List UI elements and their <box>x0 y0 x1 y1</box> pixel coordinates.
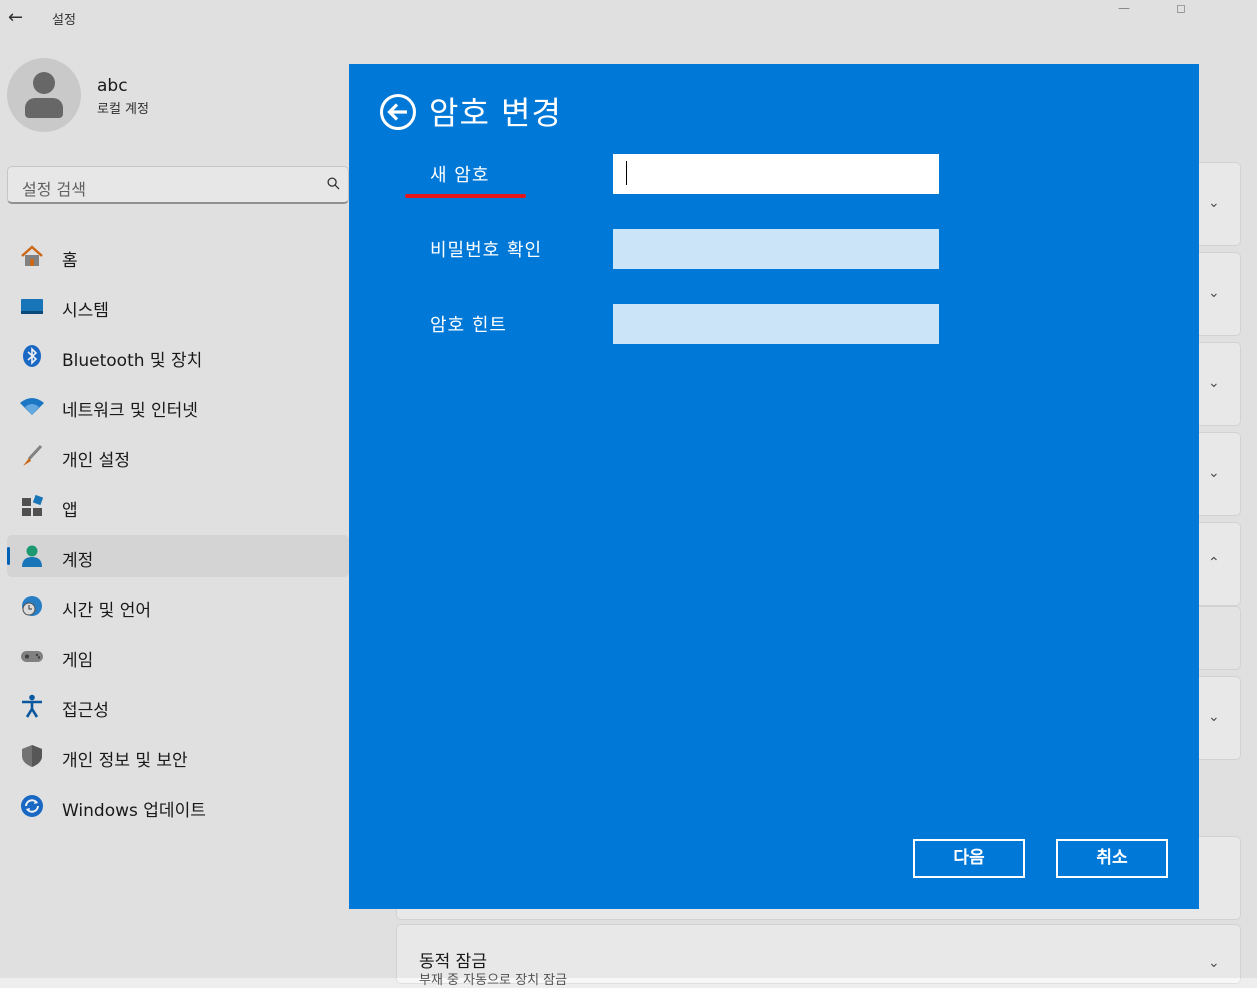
back-circle-icon[interactable] <box>379 93 417 131</box>
nav-item-windows-update[interactable]: Windows 업데이트 <box>7 785 349 827</box>
confirm-password-field[interactable] <box>613 229 939 269</box>
minimize-icon[interactable]: — <box>1101 0 1147 20</box>
chevron-down-icon: ⌄ <box>1208 955 1220 971</box>
chevron-down-icon: ⌄ <box>1208 465 1220 481</box>
nav-item-privacy-security[interactable]: 개인 정보 및 보안 <box>7 735 349 777</box>
chevron-down-icon: ⌄ <box>1208 195 1220 211</box>
nav-item-time-language[interactable]: 시간 및 언어 <box>7 585 349 627</box>
title-bar: ← 설정 — ◻ <box>0 0 1257 36</box>
account-type: 로컬 계정 <box>97 102 149 117</box>
update-icon <box>21 795 43 817</box>
nav-item-home[interactable]: 홈 <box>7 235 349 277</box>
nav-item-bluetooth[interactable]: Bluetooth 및 장치 <box>7 335 349 377</box>
new-password-field[interactable] <box>613 154 939 194</box>
shield-icon <box>22 745 42 767</box>
change-password-dialog: 암호 변경 새 암호 비밀번호 확인 암호 힌트 다음 취소 <box>349 64 1199 909</box>
text-caret <box>626 161 627 185</box>
gamepad-icon <box>21 651 43 662</box>
nav-item-accounts[interactable]: 계정 <box>7 535 349 577</box>
nav-item-personalization[interactable]: 개인 설정 <box>7 435 349 477</box>
chevron-down-icon: ⌄ <box>1208 285 1220 301</box>
nav-item-gaming[interactable]: 게임 <box>7 635 349 677</box>
account-icon <box>22 545 42 567</box>
highlight-underline <box>405 194 526 198</box>
user-name: abc <box>97 76 128 96</box>
chevron-down-icon: ⌄ <box>1208 709 1220 725</box>
home-icon <box>21 245 43 266</box>
dialog-title: 암호 변경 <box>429 94 562 132</box>
bluetooth-icon <box>23 345 41 367</box>
cancel-button[interactable]: 취소 <box>1056 839 1168 878</box>
time-language-icon <box>22 596 42 616</box>
back-arrow-icon[interactable]: ← <box>8 8 28 28</box>
search-placeholder: 설정 검색 <box>22 180 86 199</box>
chevron-up-icon: ⌃ <box>1208 555 1220 571</box>
chevron-down-icon: ⌄ <box>1208 375 1220 391</box>
nav-item-apps[interactable]: 앱 <box>7 485 349 527</box>
next-button[interactable]: 다음 <box>913 839 1025 878</box>
search-icon <box>327 177 340 190</box>
new-password-label: 새 암호 <box>430 165 490 186</box>
window-title: 설정 <box>52 13 76 28</box>
accessibility-icon <box>22 694 42 718</box>
apps-icon <box>22 494 44 516</box>
nav-item-system[interactable]: 시스템 <box>7 285 349 327</box>
password-hint-field[interactable] <box>613 304 939 344</box>
dynamic-lock-card[interactable]: 동적 잠금 부재 중 자동으로 장치 잠금 ⌄ <box>396 924 1241 988</box>
brush-icon <box>23 444 43 466</box>
avatar[interactable] <box>7 58 81 132</box>
system-icon <box>21 299 43 314</box>
password-hint-label: 암호 힌트 <box>430 315 507 336</box>
confirm-password-label: 비밀번호 확인 <box>430 240 543 261</box>
wifi-icon <box>20 398 44 415</box>
nav-item-accessibility[interactable]: 접근성 <box>7 685 349 727</box>
search-input[interactable]: 설정 검색 <box>7 166 349 204</box>
dynamic-lock-subtitle: 부재 중 자동으로 장치 잠금 <box>419 973 568 988</box>
maximize-icon[interactable]: ◻ <box>1158 0 1204 20</box>
nav-item-network[interactable]: 네트워크 및 인터넷 <box>7 385 349 427</box>
